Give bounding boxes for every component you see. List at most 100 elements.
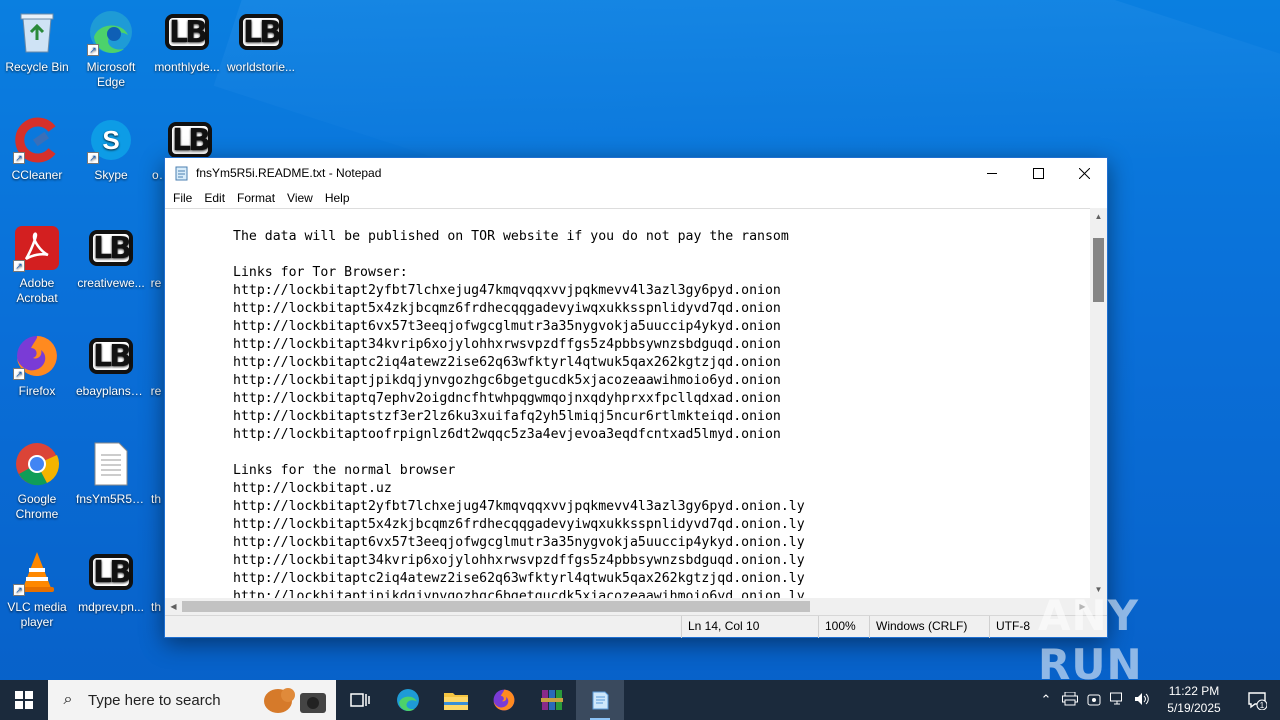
security-icon[interactable]	[1082, 692, 1106, 709]
task-view-button[interactable]	[336, 680, 384, 720]
acrobat-icon: ↗	[13, 224, 61, 272]
start-button[interactable]	[0, 680, 48, 720]
desktop-icon-th-1[interactable]: th	[148, 434, 164, 507]
lockbit-file-icon: LB	[87, 332, 135, 380]
shortcut-arrow-icon: ↗	[13, 152, 25, 164]
taskbar: ⌕ Type here to search ⌃ 11:22 PM 5/19/20…	[0, 680, 1280, 720]
desktop-icon-google-chrome[interactable]: Google Chrome	[0, 434, 74, 522]
desktop-icon-label: Recycle Bin	[5, 60, 69, 74]
desktop-icon-label: fnsYm5R5i....	[76, 492, 148, 506]
horizontal-scrollbar[interactable]: ◀ ▶	[165, 598, 1091, 615]
search-box[interactable]: ⌕ Type here to search	[48, 680, 336, 720]
vertical-scroll-thumb[interactable]	[1093, 238, 1104, 302]
shortcut-arrow-icon: ↗	[87, 44, 99, 56]
menu-file[interactable]: File	[167, 188, 198, 208]
desktop-icon-label: re	[150, 276, 162, 290]
taskbar-notepad[interactable]	[576, 680, 624, 720]
desktop-icon-monthlyde[interactable]: LB monthlyde...	[150, 2, 224, 75]
desktop-icon-label: ebayplans.r...	[76, 384, 148, 398]
menu-edit[interactable]: Edit	[198, 188, 231, 208]
desktop-icon-worldstorie[interactable]: LB worldstorie...	[224, 2, 298, 75]
desktop-icon-ebayplans[interactable]: LB ebayplans.r...	[74, 326, 148, 399]
text-line: http://lockbitapt6vx57t3eeqjofwgcglmutr3…	[233, 535, 805, 550]
notification-center-button[interactable]: 1	[1234, 680, 1280, 720]
menu-view[interactable]: View	[281, 188, 319, 208]
scroll-up-icon[interactable]: ▲	[1090, 208, 1107, 225]
desktop-icon-fnsym5r5i-readme[interactable]: fnsYm5R5i....	[74, 434, 148, 507]
windows-logo-icon	[15, 691, 33, 709]
desktop-icon-label: mdprev.pn...	[78, 600, 144, 614]
network-icon[interactable]	[1106, 692, 1130, 709]
desktop-icon-adobe-acrobat[interactable]: ↗ Adobe Acrobat	[0, 218, 74, 306]
desktop-icon-label: op	[152, 168, 164, 182]
shortcut-arrow-icon: ↗	[13, 260, 25, 272]
skype-icon: S ↗	[87, 116, 135, 164]
vertical-scrollbar[interactable]: ▲ ▼	[1090, 208, 1107, 598]
title-bar[interactable]: fnsYm5R5i.README.txt - Notepad	[165, 158, 1107, 188]
edge-icon	[397, 689, 419, 711]
winrar-icon	[541, 690, 563, 710]
text-line: Links for Tor Browser:	[233, 265, 408, 280]
desktop-icon-label: th	[150, 492, 161, 506]
notification-count: 1	[1260, 701, 1265, 710]
horizontal-scroll-thumb[interactable]	[182, 601, 810, 612]
text-line	[233, 444, 1091, 462]
desktop-icon-creativewe[interactable]: LB creativewe...	[74, 218, 148, 291]
clock[interactable]: 11:22 PM 5/19/2025	[1154, 683, 1234, 717]
desktop-icon-op[interactable]: LB op	[150, 110, 212, 183]
text-line	[233, 246, 1091, 264]
desktop-icon-label: CCleaner	[11, 168, 63, 182]
desktop-icon-label: Microsoft Edge	[86, 60, 136, 89]
desktop-icon-mdprev[interactable]: LB mdprev.pn...	[74, 542, 148, 615]
lockbit-file-icon: LB	[87, 548, 135, 596]
desktop-icon-th-2[interactable]: th	[148, 542, 164, 615]
menu-format[interactable]: Format	[231, 188, 281, 208]
desktop-icon-label: monthlyde...	[154, 60, 220, 74]
line-ending: Windows (CRLF)	[869, 616, 989, 638]
desktop-icon-recycle-bin[interactable]: Recycle Bin	[0, 2, 74, 75]
anyrun-watermark: ANY RUN	[1038, 591, 1143, 689]
text-line: Links for the normal browser	[233, 463, 456, 478]
status-bar: Ln 14, Col 10 100% Windows (CRLF) UTF-8	[165, 615, 1107, 638]
svg-text:S: S	[102, 125, 119, 155]
text-line: The data will be published on TOR websit…	[233, 229, 789, 244]
desktop-icon-edge[interactable]: ↗ Microsoft Edge	[74, 2, 148, 90]
maximize-button[interactable]	[1015, 158, 1061, 188]
taskbar-firefox[interactable]	[480, 680, 528, 720]
close-button[interactable]	[1061, 158, 1107, 188]
document-text[interactable]: The data will be published on TOR websit…	[165, 209, 1091, 598]
desktop-icon-label: th	[150, 600, 161, 614]
text-line: http://lockbitaptoofrpignlz6dt2wqqc5z3a4…	[233, 427, 781, 442]
firefox-icon: ↗	[13, 332, 61, 380]
zoom-level: 100%	[818, 616, 868, 638]
lockbit-file-icon: LB	[163, 8, 211, 56]
desktop-icon-re-2[interactable]: re	[148, 326, 164, 399]
system-tray: ⌃ 11:22 PM 5/19/2025 1	[1034, 680, 1280, 720]
desktop-icon-re-1[interactable]: re	[148, 218, 164, 291]
notepad-window[interactable]: fnsYm5R5i.README.txt - Notepad File Edit…	[164, 157, 1108, 638]
text-line: http://lockbitapt5x4zkjbcqmz6frdhecqqgad…	[233, 301, 781, 316]
menu-help[interactable]: Help	[319, 188, 356, 208]
desktop-icon-label: re	[150, 384, 162, 398]
taskbar-file-explorer[interactable]	[432, 680, 480, 720]
taskbar-edge[interactable]	[384, 680, 432, 720]
desktop-icon-skype[interactable]: S ↗ Skype	[74, 110, 148, 183]
desktop-icon-firefox[interactable]: ↗ Firefox	[0, 326, 74, 399]
scroll-left-icon[interactable]: ◀	[165, 598, 182, 615]
minimize-icon	[986, 172, 997, 174]
desktop-icon-label: worldstorie...	[226, 60, 296, 74]
window-title: fnsYm5R5i.README.txt - Notepad	[196, 166, 382, 180]
search-highlight-icon	[264, 688, 326, 713]
volume-icon[interactable]	[1130, 692, 1154, 709]
chevron-up-icon[interactable]: ⌃	[1034, 692, 1058, 708]
taskbar-winrar[interactable]	[528, 680, 576, 720]
desktop-icon-ccleaner[interactable]: ↗ CCleaner	[0, 110, 74, 183]
desktop-icon-vlc[interactable]: ↗ VLC media player	[0, 542, 74, 630]
desktop-icon-label: creativewe...	[77, 276, 145, 290]
printer-icon[interactable]	[1058, 691, 1082, 709]
text-line: http://lockbitaptstzf3er2lz6ku3xuifafq2y…	[233, 409, 781, 424]
text-editor[interactable]: The data will be published on TOR websit…	[165, 208, 1091, 598]
shortcut-arrow-icon: ↗	[87, 152, 99, 164]
ccleaner-icon: ↗	[13, 116, 61, 164]
minimize-button[interactable]	[969, 158, 1015, 188]
